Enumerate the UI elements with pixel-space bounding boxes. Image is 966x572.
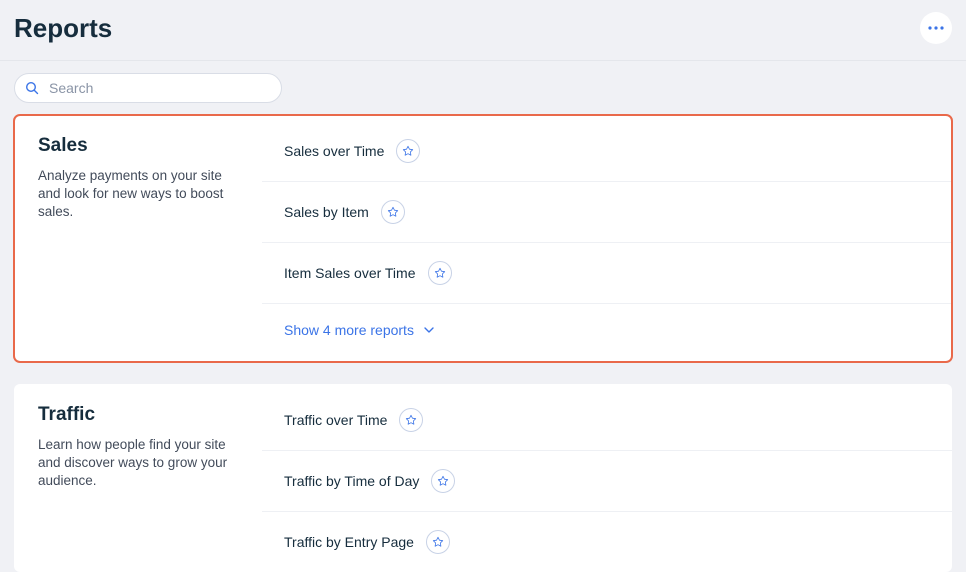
report-row[interactable]: Sales by Item — [262, 182, 952, 243]
favorite-button[interactable] — [399, 408, 423, 432]
star-icon — [405, 414, 417, 426]
favorite-button[interactable] — [426, 530, 450, 554]
search-input[interactable] — [14, 73, 282, 103]
report-name: Item Sales over Time — [284, 265, 416, 281]
section-title: Sales — [38, 135, 244, 157]
favorite-button[interactable] — [428, 261, 452, 285]
show-more-label: Show 4 more reports — [284, 322, 414, 338]
report-row[interactable]: Traffic by Entry Page — [262, 512, 952, 572]
star-icon — [434, 267, 446, 279]
section-sales: Sales Analyze payments on your site and … — [14, 115, 952, 362]
report-row[interactable]: Traffic by Time of Day — [262, 451, 952, 512]
more-actions-button[interactable] — [920, 12, 952, 44]
star-icon — [432, 536, 444, 548]
report-name: Sales by Item — [284, 204, 369, 220]
star-icon — [387, 206, 399, 218]
favorite-button[interactable] — [396, 139, 420, 163]
search-icon — [25, 81, 39, 95]
report-name: Traffic by Time of Day — [284, 473, 419, 489]
show-more-reports[interactable]: Show 4 more reports — [262, 304, 952, 362]
report-row[interactable]: Item Sales over Time — [262, 243, 952, 304]
section-title: Traffic — [38, 404, 244, 426]
page-title: Reports — [14, 13, 112, 44]
report-name: Sales over Time — [284, 143, 384, 159]
favorite-button[interactable] — [381, 200, 405, 224]
chevron-down-icon — [424, 327, 434, 333]
section-traffic: Traffic Learn how people find your site … — [14, 384, 952, 572]
more-horizontal-icon — [928, 26, 944, 30]
favorite-button[interactable] — [431, 469, 455, 493]
section-description: Analyze payments on your site and look f… — [38, 167, 244, 222]
section-description: Learn how people find your site and disc… — [38, 436, 244, 491]
report-name: Traffic over Time — [284, 412, 387, 428]
report-name: Traffic by Entry Page — [284, 534, 414, 550]
star-icon — [402, 145, 414, 157]
report-row[interactable]: Sales over Time — [262, 121, 952, 182]
report-row[interactable]: Traffic over Time — [262, 390, 952, 451]
star-icon — [437, 475, 449, 487]
